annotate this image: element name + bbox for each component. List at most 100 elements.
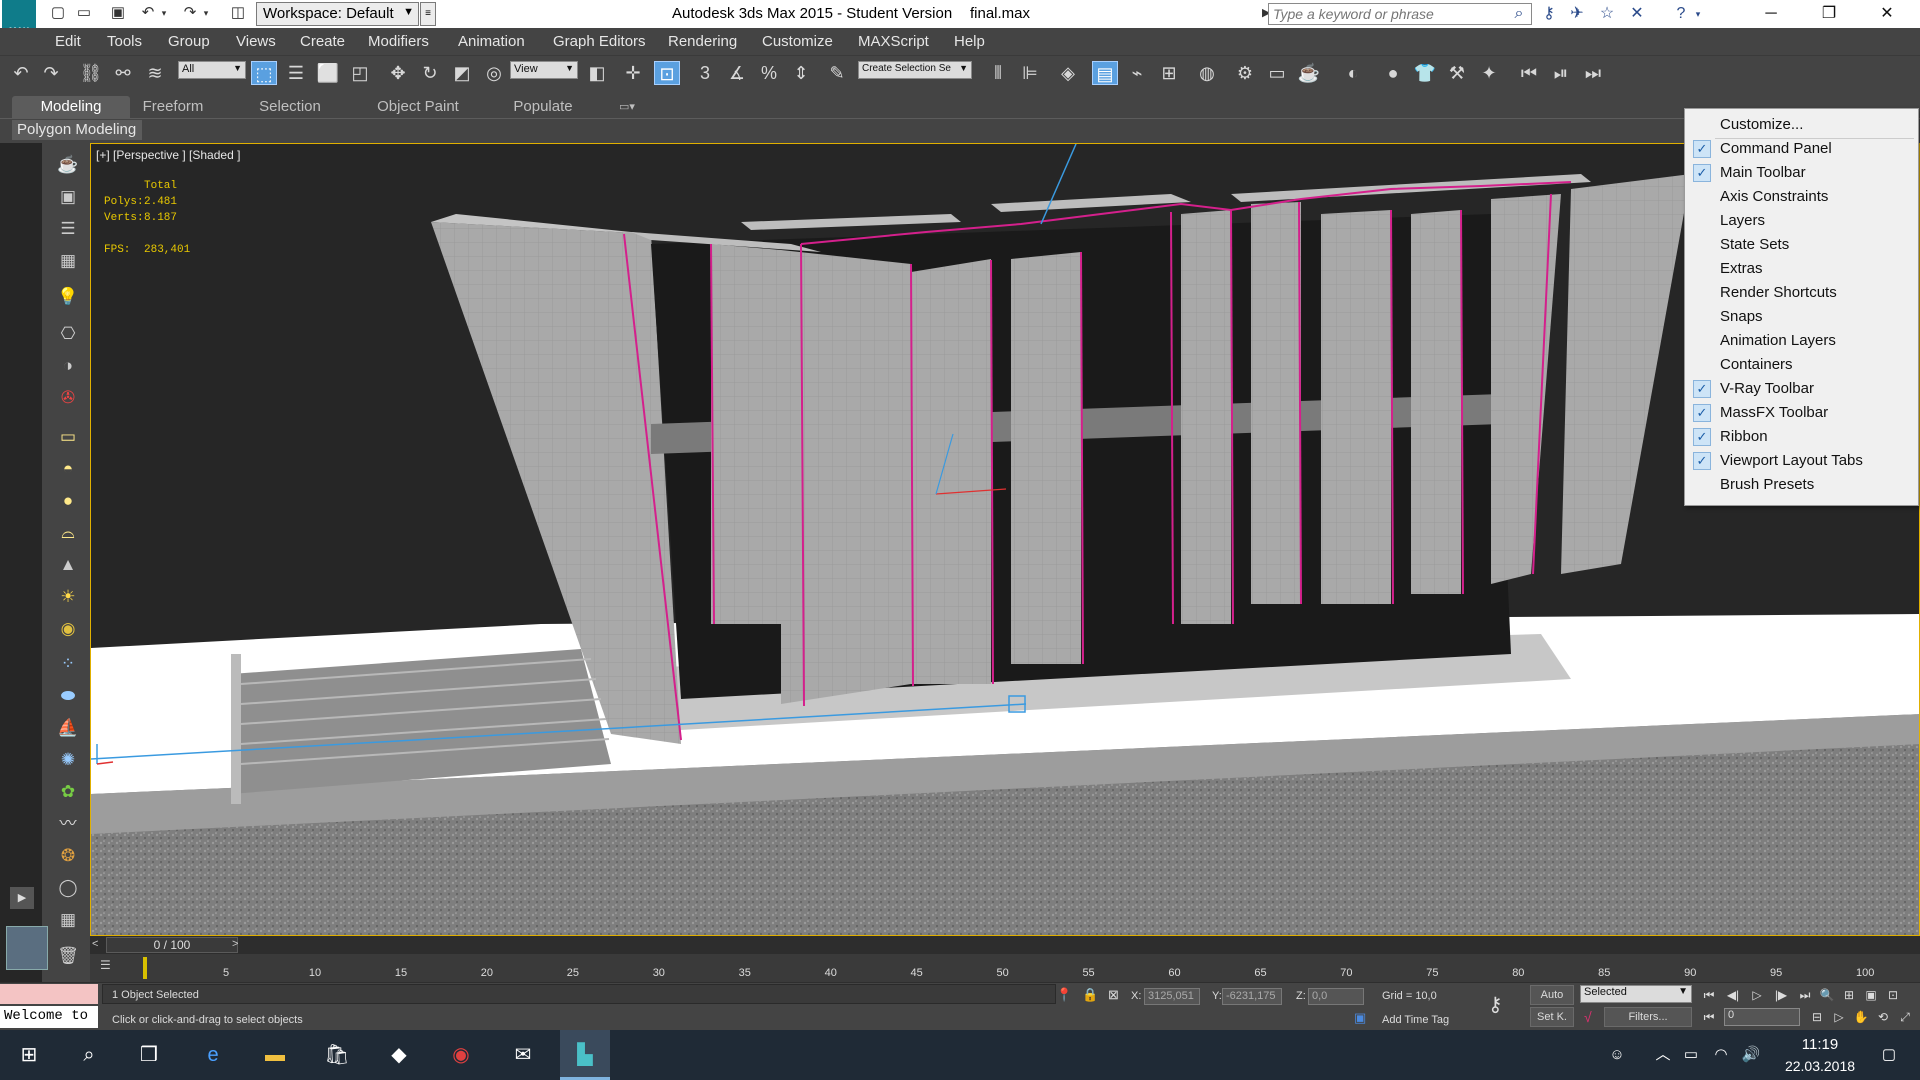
edit-named-selection-icon[interactable]: ✎ xyxy=(824,61,850,85)
link-icon[interactable]: ⛓ xyxy=(78,61,104,85)
render-setup-icon[interactable]: ⚙ xyxy=(1232,61,1258,85)
maxscript-listener-output[interactable] xyxy=(0,984,98,1004)
autodesk-x-icon[interactable]: ✕ xyxy=(1626,4,1648,24)
binoculars-icon[interactable]: ⌕ xyxy=(1508,4,1530,24)
sphere-icon[interactable]: ● xyxy=(56,489,80,513)
previous-frame-icon[interactable]: ◀| xyxy=(1724,986,1742,1004)
search-input[interactable] xyxy=(1269,4,1531,24)
viewport-layout-thumbnail[interactable] xyxy=(6,926,48,970)
time-slider-prev-icon[interactable]: < xyxy=(92,938,98,950)
menu-item-render-shortcuts[interactable]: Render Shortcuts xyxy=(1685,281,1918,305)
redo-icon[interactable]: ↷ xyxy=(180,4,200,22)
menu-item-state-sets[interactable]: State Sets xyxy=(1685,233,1918,257)
material-editor-icon[interactable]: ◍ xyxy=(1194,61,1220,85)
play-icon[interactable]: ▷ xyxy=(1748,986,1766,1004)
rotate-view-icon[interactable]: ◑ xyxy=(56,354,80,378)
search-box[interactable] xyxy=(1268,3,1532,25)
vray-sphere-icon[interactable]: ● xyxy=(1380,61,1406,85)
menu-item-axis-constraints[interactable]: Axis Constraints xyxy=(1685,185,1918,209)
menu-create[interactable]: Create xyxy=(300,33,345,50)
render-production-icon[interactable]: ☕ xyxy=(1296,61,1322,85)
isolate-selection-icon[interactable]: 📍 xyxy=(1056,987,1072,1003)
table-icon[interactable]: ▦ xyxy=(56,908,80,932)
menu-modifiers[interactable]: Modifiers xyxy=(368,33,429,50)
expand-panel-icon[interactable]: ▶ xyxy=(10,887,34,909)
scene-explorer-icon[interactable]: ▤ xyxy=(1092,61,1118,85)
volume-icon[interactable]: 🔊 xyxy=(1740,1044,1762,1066)
menu-graph-editors[interactable]: Graph Editors xyxy=(553,33,646,50)
massfx-ragdoll-icon[interactable]: ✦ xyxy=(1476,61,1502,85)
clock-time[interactable]: 11:19 xyxy=(1790,1036,1850,1053)
massfx-shirt-icon[interactable]: 👕 xyxy=(1412,61,1438,85)
hemisphere-icon[interactable]: ◓ xyxy=(56,457,80,481)
menu-item-animation-layers[interactable]: Animation Layers xyxy=(1685,329,1918,353)
list-icon[interactable]: ☰ xyxy=(56,217,80,241)
clock-date[interactable]: 22.03.2018 xyxy=(1775,1058,1865,1074)
save-icon[interactable]: ▣ xyxy=(108,4,128,22)
simulation-step-icon[interactable]: ⏭ xyxy=(1580,61,1606,85)
key-icon[interactable]: ⚷ xyxy=(1488,992,1503,1017)
grid-icon[interactable]: ▦ xyxy=(56,249,80,273)
vray-frame-buffer-icon[interactable]: ◐ xyxy=(1340,61,1366,85)
redo-icon[interactable]: ↷ xyxy=(38,61,64,85)
menu-item-containers[interactable]: Containers xyxy=(1685,353,1918,377)
undo-icon[interactable]: ↶ xyxy=(138,4,158,22)
zoom-extents-icon[interactable]: ▣ xyxy=(1862,986,1880,1004)
undo-icon[interactable]: ↶ xyxy=(8,61,34,85)
camera-icon[interactable]: ⎔ xyxy=(56,322,80,346)
tab-freeform[interactable]: Freeform xyxy=(130,96,216,118)
task-view-icon[interactable]: ❒ xyxy=(134,1040,164,1070)
design-app-icon[interactable]: ◆ xyxy=(384,1040,414,1070)
auto-key-button[interactable]: Auto xyxy=(1530,985,1574,1005)
object-paint-icon[interactable]: ▣ xyxy=(56,185,80,209)
cone-icon[interactable]: ▲ xyxy=(56,553,80,577)
new-file-icon[interactable]: ▢ xyxy=(48,4,68,22)
time-configuration-icon[interactable]: ⊟ xyxy=(1808,1008,1826,1026)
rectangular-selection-icon[interactable]: ⬜ xyxy=(315,61,341,85)
next-frame-icon[interactable]: |▶ xyxy=(1772,986,1790,1004)
windows-start-icon[interactable]: ⊞ xyxy=(14,1040,44,1070)
reference-coordinate-dropdown[interactable]: View ▼ xyxy=(510,61,578,79)
file-explorer-icon[interactable]: ▬ xyxy=(260,1040,290,1070)
lock-selection-icon[interactable]: 🔒 xyxy=(1082,987,1098,1003)
restore-button[interactable]: ❐ xyxy=(1800,0,1858,28)
scale-icon[interactable]: ◩ xyxy=(449,61,475,85)
spinner-snap-icon[interactable]: ⇕ xyxy=(788,61,814,85)
tab-populate[interactable]: Populate xyxy=(500,96,586,118)
menu-item-layers[interactable]: Layers xyxy=(1685,209,1918,233)
zoom-all-icon[interactable]: ⊞ xyxy=(1840,986,1858,1004)
battery-icon[interactable]: ▭ xyxy=(1680,1044,1702,1066)
rendered-frame-window-icon[interactable]: ▭ xyxy=(1264,61,1290,85)
key-mode-toggle-icon[interactable]: ⏮ xyxy=(1700,1008,1718,1026)
quick-access-customize-icon[interactable]: ≡ xyxy=(420,2,436,26)
time-slider-next-icon[interactable]: > xyxy=(232,938,238,950)
add-time-tag[interactable]: Add Time Tag xyxy=(1382,1014,1449,1026)
set-key-button[interactable]: Set K. xyxy=(1530,1007,1574,1027)
align-icon[interactable]: ⊫ xyxy=(1017,61,1043,85)
massfx-constraint-icon[interactable]: ⚒ xyxy=(1444,61,1470,85)
orbit-icon[interactable]: ⟲ xyxy=(1874,1008,1892,1026)
tab-selection[interactable]: Selection xyxy=(246,96,334,118)
menu-item-v-ray-toolbar[interactable]: ✓ V-Ray Toolbar xyxy=(1685,377,1918,401)
simulation-reset-icon[interactable]: ⏮ xyxy=(1516,61,1542,85)
menu-help[interactable]: Help xyxy=(954,33,985,50)
menu-item-customize[interactable]: Customize... xyxy=(1685,113,1918,137)
percent-snap-icon[interactable]: % xyxy=(756,61,782,85)
menu-tools[interactable]: Tools xyxy=(107,33,142,50)
bind-spacewarp-icon[interactable]: ≋ xyxy=(142,61,168,85)
open-folder-icon[interactable]: ▭ xyxy=(74,4,94,22)
project-folder-icon[interactable]: ◫ xyxy=(228,4,248,22)
tray-expand-icon[interactable]: ︿ xyxy=(1652,1044,1674,1066)
gear-icon[interactable]: ✺ xyxy=(56,748,80,772)
star-icon[interactable]: ☆ xyxy=(1596,4,1618,24)
menu-group[interactable]: Group xyxy=(168,33,210,50)
capsule-icon[interactable]: ⬬ xyxy=(56,684,80,708)
menu-item-viewport-layout-tabs[interactable]: ✓ Viewport Layout Tabs xyxy=(1685,449,1918,473)
menu-edit[interactable]: Edit xyxy=(55,33,81,50)
select-object-icon[interactable]: ⬚ xyxy=(251,61,277,85)
help-dropdown-icon[interactable]: ▾ xyxy=(1692,4,1704,24)
go-to-start-icon[interactable]: ⏮ xyxy=(1700,986,1718,1004)
ribbon-options-icon[interactable]: ▭▾ xyxy=(610,96,644,118)
minimize-button[interactable]: ─ xyxy=(1742,0,1800,28)
maximize-viewport-icon[interactable]: ⤢ xyxy=(1896,1008,1914,1026)
